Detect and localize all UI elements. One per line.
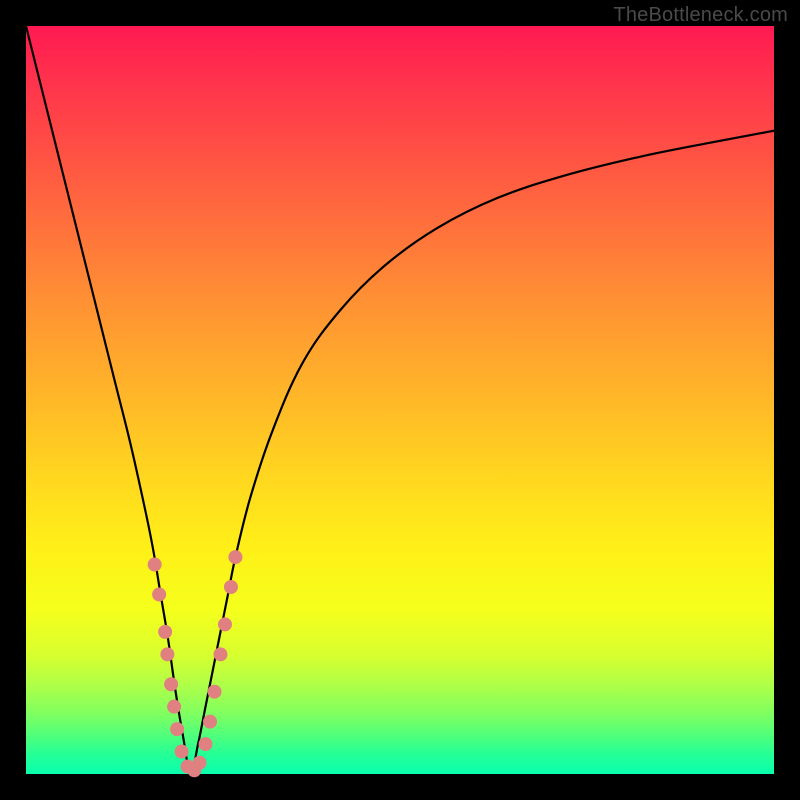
highlight-dot — [224, 580, 238, 594]
highlight-dot — [199, 737, 213, 751]
highlight-dot — [218, 617, 232, 631]
plot-area — [26, 26, 774, 774]
highlight-dot — [148, 558, 162, 572]
highlight-dot — [170, 722, 184, 736]
chart-frame: TheBottleneck.com — [0, 0, 800, 800]
highlight-dots — [148, 550, 243, 777]
highlight-dot — [203, 715, 217, 729]
highlight-dot — [160, 647, 174, 661]
highlight-dot — [164, 677, 178, 691]
highlight-dot — [158, 625, 172, 639]
highlight-dot — [175, 745, 189, 759]
highlight-dot — [213, 647, 227, 661]
highlight-dot — [228, 550, 242, 564]
highlight-dot — [152, 587, 166, 601]
curve-layer — [26, 26, 774, 774]
watermark-text: TheBottleneck.com — [613, 4, 788, 27]
highlight-dot — [167, 700, 181, 714]
highlight-dot — [208, 685, 222, 699]
highlight-dot — [193, 756, 207, 770]
bottleneck-curve — [26, 26, 774, 774]
